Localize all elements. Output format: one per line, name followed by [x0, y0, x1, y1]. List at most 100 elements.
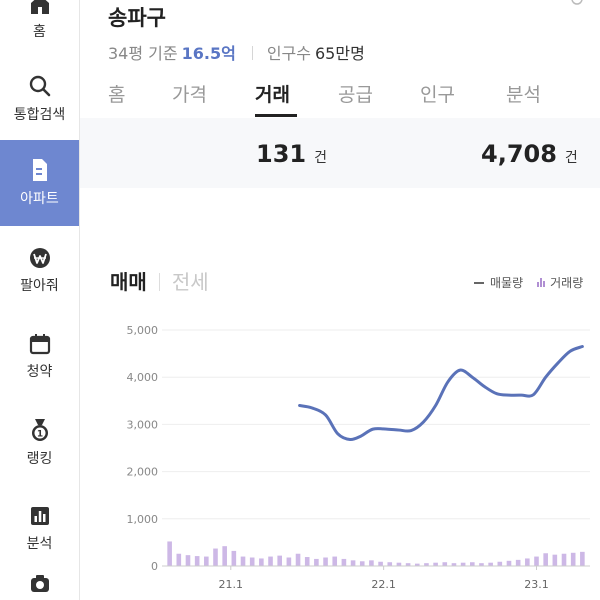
volume-bar [268, 556, 273, 566]
volume-bar [515, 559, 521, 566]
listings-line [298, 345, 584, 442]
sidebar-item-sell[interactable]: 팔아줘 [0, 228, 79, 314]
apartment-icon [32, 159, 47, 181]
volume-bar [240, 556, 246, 566]
legend-bar-swatch [537, 278, 546, 287]
volume-bar [552, 554, 558, 566]
volume-bar [470, 562, 475, 566]
volume-bar [369, 560, 374, 566]
tab-supply[interactable]: 공급 [338, 80, 373, 118]
volume-bar [286, 557, 292, 566]
chart-tab-rent[interactable]: 전세 [172, 270, 209, 294]
price-value: 16.5억 [181, 44, 236, 63]
volume-bar [341, 558, 347, 566]
volume-bar [249, 557, 255, 566]
volume-bar [213, 548, 218, 566]
population-value: 65만명 [314, 44, 365, 63]
volume-bar [222, 546, 227, 566]
tab-analysis[interactable]: 분석 [506, 80, 541, 118]
volume-bar [442, 562, 448, 566]
sidebar-item-ranking[interactable]: 1 랭킹 [0, 400, 79, 486]
volume-bar [194, 556, 200, 566]
won-icon [29, 248, 50, 268]
basis-label: 34평 기준 [108, 44, 178, 63]
sidebar-item-label: 분석 [26, 536, 53, 552]
sidebar: 홈 통합검색 아파트 팔아줘 청약 1 랭킹 분석 [0, 0, 80, 600]
camera-icon [30, 575, 49, 592]
chart-tab-divider [158, 273, 160, 291]
sidebar-item-apartment[interactable]: 아파트 [0, 140, 79, 226]
sidebar-item-home[interactable]: 홈 [0, 0, 79, 60]
tab-home[interactable]: 홈 [108, 80, 125, 118]
x-tick-label: 23.1 [524, 578, 549, 591]
volume-bar [350, 560, 356, 566]
svg-text:1: 1 [36, 430, 42, 440]
volume-bar [259, 558, 264, 566]
more-icon[interactable] [570, 0, 584, 6]
chart-tab-sale[interactable]: 매매 [110, 270, 147, 294]
volume-bar [580, 551, 585, 566]
tab-transactions[interactable]: 거래 [255, 80, 290, 118]
volume-bar [506, 560, 512, 566]
calendar-icon [29, 334, 50, 355]
medal-icon: 1 [31, 419, 48, 441]
chart-legend: 매물량 거래량 [474, 274, 583, 291]
sidebar-item-more[interactable] [0, 572, 79, 600]
sidebar-item-search[interactable]: 통합검색 [0, 56, 79, 142]
y-tick-label: 2,000 [127, 466, 159, 479]
y-tick-label: 5,000 [127, 324, 159, 337]
volume-bar [378, 561, 383, 566]
page-subtitle: 34평 기준 16.5억 인구수 65만명 [108, 40, 365, 64]
volume-bar [387, 562, 393, 566]
tab-population[interactable]: 인구 [420, 80, 455, 118]
volume-bar [167, 541, 172, 566]
y-tick-label: 0 [151, 560, 158, 573]
volume-bar [543, 553, 548, 566]
volume-bar [561, 553, 567, 566]
sidebar-item-subscription[interactable]: 청약 [0, 314, 79, 400]
y-tick-label: 3,000 [127, 418, 159, 431]
stat-unit: 건 [564, 150, 578, 166]
volume-bar [332, 556, 338, 566]
search-icon [29, 75, 50, 97]
analysis-icon [30, 507, 49, 525]
volume-bar [314, 558, 319, 566]
sidebar-item-label: 홈 [33, 24, 46, 40]
stat-listings: 4,708 건 [481, 140, 578, 168]
stat-value: 131 [256, 140, 307, 168]
sidebar-item-label: 아파트 [20, 191, 59, 207]
volume-bar [176, 553, 182, 566]
sidebar-item-analysis[interactable]: 분석 [0, 486, 79, 572]
y-tick-label: 1,000 [127, 513, 159, 526]
home-icon [30, 0, 49, 14]
volume-bar [570, 552, 576, 566]
stat-value: 4,708 [481, 140, 557, 168]
volume-bar [277, 555, 282, 566]
sidebar-item-label: 랭킹 [26, 451, 53, 467]
volume-bar [204, 556, 209, 566]
page-title: 송파구 [108, 6, 166, 30]
listings-chart: 0 1,000 2,000 3,000 4,000 5,000 21.1 22.1 23.1 [127, 324, 590, 591]
legend-line-label: 매물량 [490, 276, 524, 290]
volume-bar [525, 558, 530, 566]
x-tick-label: 22.1 [371, 578, 396, 591]
legend-bar-label: 거래량 [550, 276, 584, 290]
volume-bar [323, 557, 328, 566]
tab-price[interactable]: 가격 [172, 80, 207, 118]
volume-bar [534, 556, 539, 566]
legend-line-swatch [474, 281, 484, 284]
stat-transactions: 131 건 [256, 140, 327, 168]
sidebar-item-label: 통합검색 [13, 107, 66, 123]
y-tick-label: 4,000 [127, 371, 159, 384]
volume-bar [231, 550, 237, 566]
stat-unit: 건 [314, 150, 327, 166]
tab-active-indicator [255, 114, 297, 117]
volume-bar [359, 561, 365, 566]
app-root: 홈 통합검색 아파트 팔아줘 청약 1 랭킹 분석 송파구 34평 기준 16.… [0, 0, 600, 600]
chart-type-tabs: 매매 전세 [110, 266, 209, 295]
volume-bar [295, 553, 301, 566]
tab-bar: 홈 가격 거래 공급 인구 분석 [108, 80, 600, 120]
x-tick-label: 21.1 [219, 578, 244, 591]
sidebar-item-label: 팔아줘 [20, 278, 59, 294]
sidebar-item-label: 청약 [26, 364, 53, 380]
